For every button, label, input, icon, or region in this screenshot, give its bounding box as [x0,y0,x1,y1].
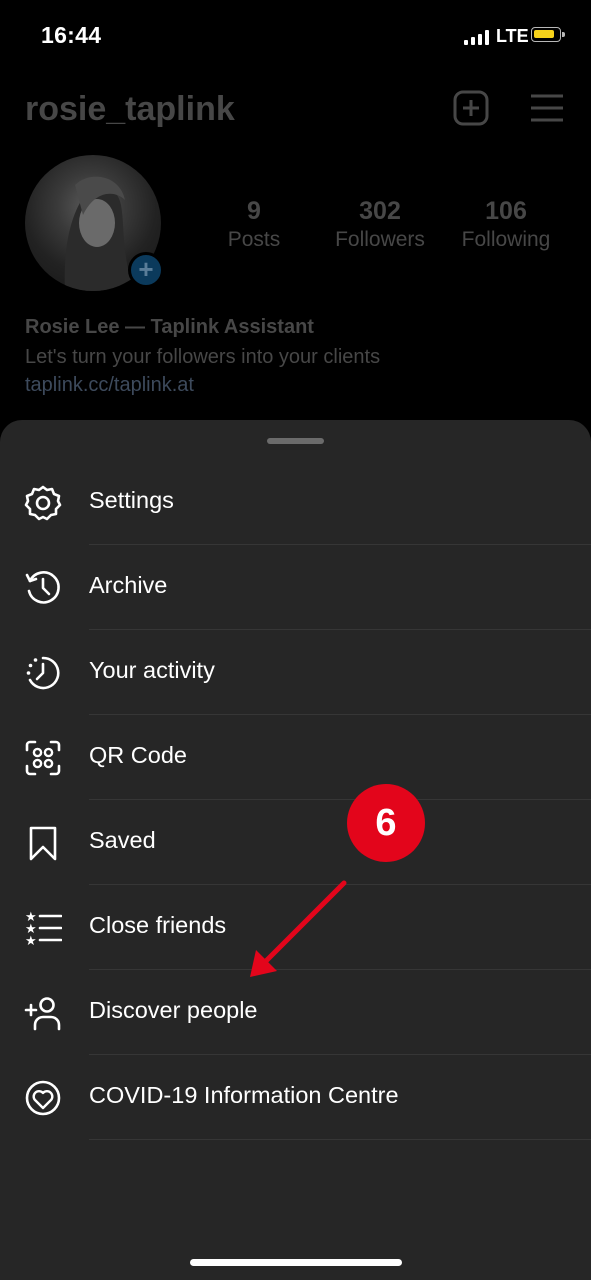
menu-label-discover-people: Discover people [89,997,258,1023]
status-time: 16:44 [41,22,102,48]
svg-text:★: ★ [25,934,37,947]
menu-label-saved: Saved [89,827,156,853]
posts-label: Posts [227,228,281,251]
followers-count: 302 [359,197,401,225]
profile-menu-sheet: Settings Archive Your activity QR Code S… [0,420,591,1280]
add-person-icon [24,997,61,1031]
menu-label-archive: Archive [89,572,168,598]
network-type: LTE [496,26,529,46]
following-stat[interactable]: 106 Following [452,197,560,252]
sheet-grabber[interactable] [267,438,324,444]
menu-item-qr-code[interactable]: QR Code [0,715,591,800]
menu-item-covid-info[interactable]: COVID-19 Information Centre [0,1055,591,1140]
followers-stat[interactable]: 302 Followers [325,197,435,252]
heart-globe-icon [25,1080,61,1116]
profile-username[interactable]: rosie_taplink [25,90,235,129]
hamburger-menu-icon[interactable] [529,92,565,124]
menu-item-your-activity[interactable]: Your activity [0,630,591,715]
close-friends-list-icon: ★ ★ ★ [25,910,62,947]
menu-item-settings[interactable]: Settings [0,460,591,545]
gear-icon [24,485,62,521]
menu-label-your-activity: Your activity [89,657,215,683]
new-post-icon[interactable] [453,90,489,126]
posts-stat[interactable]: 9 Posts [214,197,294,252]
add-story-icon[interactable]: + [128,252,164,288]
step-number-badge: 6 [347,784,425,862]
activity-clock-icon [26,656,60,690]
signal-icon [464,30,490,45]
bio-text: Let's turn your followers into your clie… [25,346,381,368]
annotation-arrow-icon [250,880,347,977]
followers-label: Followers [335,228,425,251]
following-count: 106 [485,197,527,225]
bookmark-icon [29,826,57,861]
bio-link[interactable]: taplink.cc/taplink.at [25,374,194,397]
posts-count: 9 [247,197,261,225]
battery-icon [531,27,565,42]
divider [89,1139,591,1140]
qr-code-icon [25,740,61,776]
menu-label-qr-code: QR Code [89,742,187,768]
following-label: Following [461,228,551,251]
archive-clock-icon [25,571,60,604]
menu-label-close-friends: Close friends [89,912,227,938]
bio-name: Rosie Lee — Taplink Assistant [25,316,314,338]
menu-label-covid-info: COVID-19 Information Centre [89,1082,399,1108]
menu-item-archive[interactable]: Archive [0,545,591,630]
status-bar: 16:44 LTE [0,0,591,72]
home-indicator[interactable] [190,1259,402,1266]
menu-label-settings: Settings [89,487,174,513]
profile-header: rosie_taplink + 9 Posts 302 Followers 10… [0,72,591,432]
